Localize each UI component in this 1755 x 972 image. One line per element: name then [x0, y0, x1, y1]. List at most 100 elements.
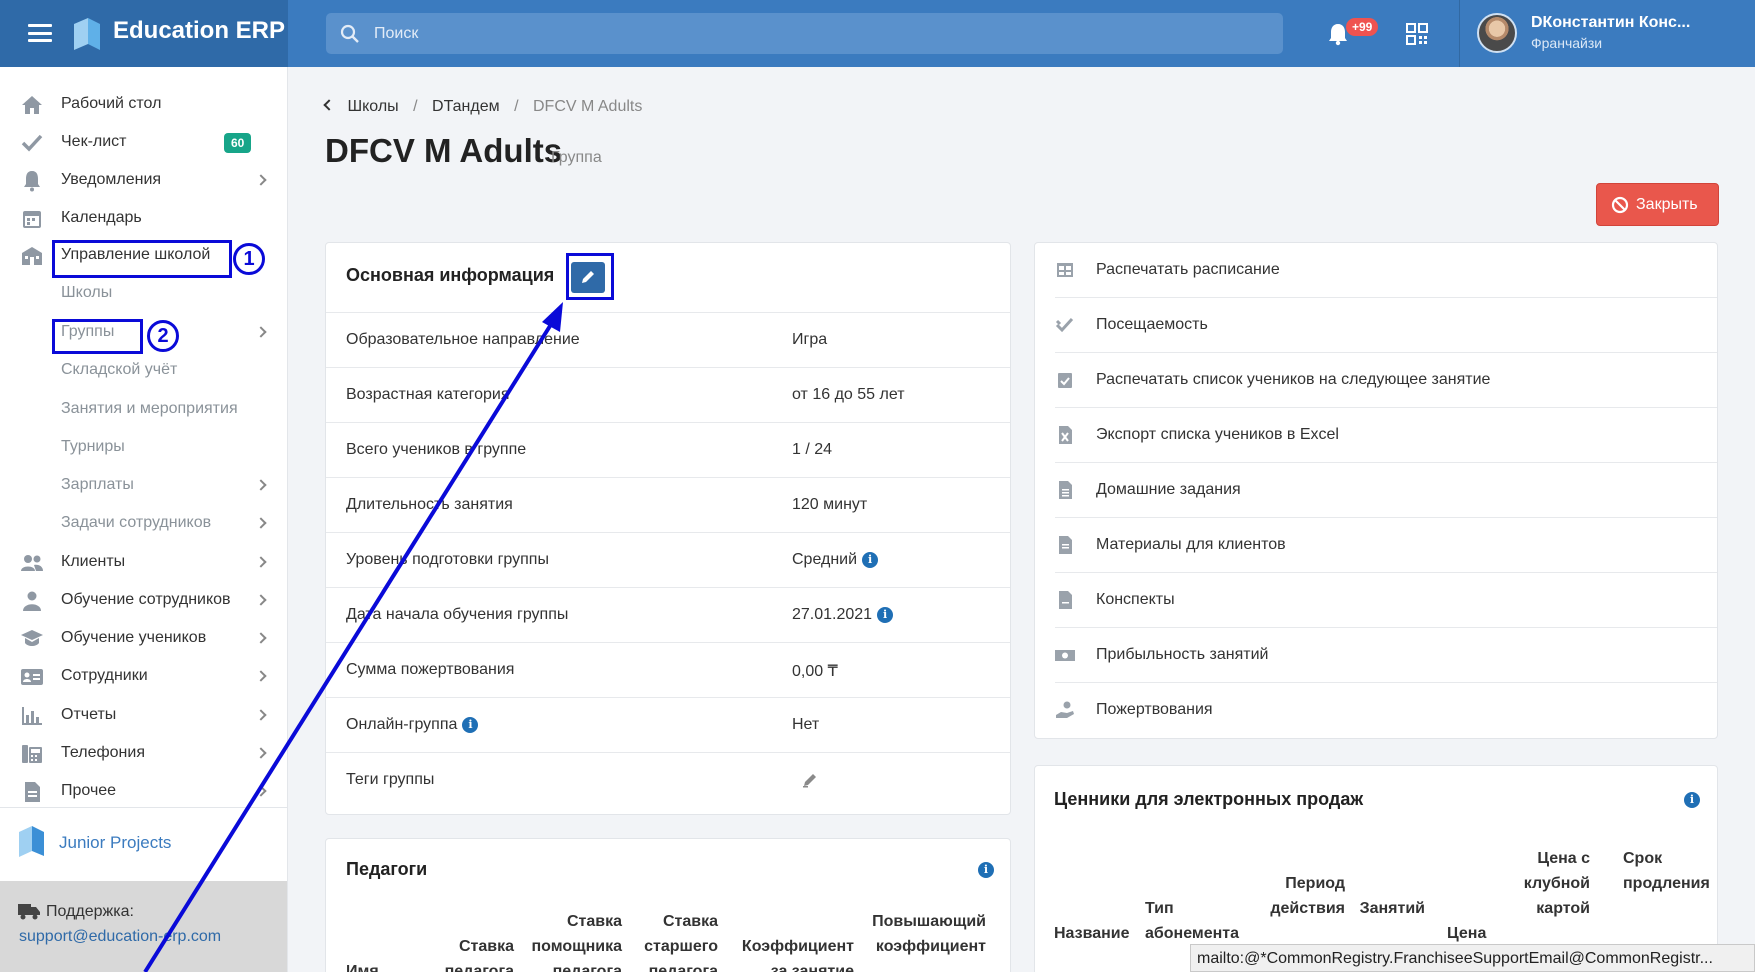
sidebar-item-label: Рабочий стол [61, 95, 162, 112]
junior-projects-logo-icon [19, 826, 44, 857]
sidebar: Рабочий стол Чек-лист 60 Уведомления Кал… [0, 67, 288, 972]
sidebar-item-groups[interactable]: Группы [0, 316, 288, 350]
support-label: Поддержка: [46, 903, 134, 920]
junior-projects-link[interactable]: Junior Projects [59, 833, 171, 853]
action-homework[interactable]: Домашние задания [1035, 463, 1717, 518]
chevron-right-icon [255, 709, 267, 721]
sidebar-item-student-training[interactable]: Обучение учеников [0, 622, 288, 656]
checklist-badge: 60 [224, 133, 252, 153]
action-donations[interactable]: Пожертвования [1035, 683, 1717, 738]
teachers-card: Педагоги i Имя Ставка педагога Ставка по… [325, 838, 1011, 972]
sidebar-item-reports[interactable]: Отчеты [0, 699, 288, 733]
brand-name[interactable]: Education ERP [113, 17, 285, 45]
sidebar-item-salaries[interactable]: Зарплаты [0, 469, 288, 503]
school-icon [22, 247, 42, 265]
document-icon [1059, 536, 1072, 554]
info-row: Теги группы [326, 752, 1010, 807]
info-label: Всего учеников в группе [346, 441, 527, 458]
double-check-icon [1055, 317, 1074, 333]
breadcrumb-separator: / [514, 98, 519, 115]
teachers-header-coefficient: Коэффициент за занятие [741, 938, 854, 972]
action-export-excel[interactable]: Экспорт списка учеников в Excel [1035, 408, 1717, 463]
qr-code-icon[interactable] [1406, 23, 1428, 45]
breadcrumb-item[interactable]: DТандем [432, 98, 500, 115]
topbar-divider [1459, 0, 1460, 67]
sidebar-item-lessons-events[interactable]: Занятия и мероприятия [0, 393, 288, 427]
action-attendance[interactable]: Посещаемость [1035, 298, 1717, 353]
chevron-right-icon [255, 594, 267, 606]
sidebar-item-employees[interactable]: Сотрудники [0, 660, 288, 694]
breadcrumb-item[interactable]: Школы [347, 98, 398, 115]
info-label: Возрастная категория [346, 386, 510, 403]
sidebar-item-label: Уведомления [61, 171, 162, 188]
user-avatar[interactable] [1477, 13, 1517, 53]
action-label: Распечатать расписание [1096, 261, 1280, 278]
info-icon[interactable]: i [862, 551, 879, 568]
back-chevron-icon[interactable] [323, 99, 335, 111]
phone-icon [22, 745, 42, 763]
sidebar-item-label: Складской учёт [61, 361, 178, 378]
sidebar-item-other[interactable]: Прочее [0, 775, 288, 809]
info-value: Средний [792, 551, 858, 568]
info-icon[interactable]: i [978, 862, 994, 878]
action-print-schedule[interactable]: Распечатать расписание [1035, 243, 1717, 298]
basic-info-title: Основная информация [346, 265, 555, 285]
top-bar: Education ERP Поиск +99 DКонстантин Конс… [0, 0, 1755, 67]
document-icon [1059, 481, 1072, 499]
sidebar-item-telephony[interactable]: Телефония [0, 737, 288, 771]
table-icon [1057, 263, 1073, 277]
info-label: Длительность занятия [346, 496, 513, 513]
info-icon[interactable]: i [462, 716, 479, 733]
money-icon [1055, 650, 1075, 661]
prices-header-type: Тип абонемента [1145, 900, 1240, 942]
search-input[interactable]: Поиск [326, 13, 1283, 54]
sidebar-item-desktop[interactable]: Рабочий стол [0, 88, 288, 122]
info-row: Дата начала обучения группы 27.01.2021 i [326, 587, 1010, 642]
hamburger-menu-icon[interactable] [28, 24, 52, 42]
user-name[interactable]: DКонстантин Конс... [1531, 14, 1690, 32]
sidebar-item-checklist[interactable]: Чек-лист 60 [0, 126, 288, 160]
sidebar-item-schools[interactable]: Школы [0, 277, 288, 311]
chevron-right-icon [255, 479, 267, 491]
excel-icon [1059, 426, 1072, 444]
info-icon[interactable]: i [877, 606, 894, 623]
page-subtitle: Группа [551, 149, 602, 166]
action-lesson-profitability[interactable]: Прибыльность занятий [1035, 628, 1717, 683]
teachers-header-name: Имя [346, 963, 379, 972]
support-email-link[interactable]: support@education-erp.com [19, 928, 221, 946]
info-label: Онлайн-группа [346, 716, 458, 733]
pencil-icon[interactable] [801, 771, 819, 789]
sidebar-item-label: Календарь [61, 209, 142, 226]
notifications-badge[interactable]: +99 [1346, 18, 1379, 36]
sidebar-item-warehouse[interactable]: Складской учёт [0, 354, 288, 388]
info-value: 1 / 24 [792, 441, 833, 458]
close-button[interactable]: Закрыть [1596, 183, 1719, 226]
prices-header-extension: Срок продления [1623, 850, 1710, 892]
sidebar-item-tournaments[interactable]: Турниры [0, 431, 288, 465]
sidebar-item-label: Сотрудники [61, 667, 148, 684]
sidebar-item-label: Клиенты [61, 553, 126, 570]
sidebar-item-notifications[interactable]: Уведомления [0, 164, 288, 198]
sidebar-item-label: Чек-лист [61, 133, 127, 150]
sidebar-item-calendar[interactable]: Календарь [0, 202, 288, 236]
check-icon [21, 134, 43, 152]
info-label: Теги группы [346, 771, 435, 788]
action-label: Пожертвования [1096, 701, 1213, 718]
graduation-cap-icon [21, 630, 43, 646]
file-icon [25, 782, 40, 802]
sidebar-item-label: Обучение учеников [61, 629, 207, 646]
page-title: DFCV M Adults [325, 132, 563, 169]
action-notes[interactable]: Конспекты [1035, 573, 1717, 628]
sidebar-item-employee-tasks[interactable]: Задачи сотрудников [0, 507, 288, 541]
action-print-student-list[interactable]: Распечатать список учеников на следующее… [1035, 353, 1717, 408]
action-client-materials[interactable]: Материалы для клиентов [1035, 518, 1717, 573]
document-icon [1059, 591, 1072, 609]
sidebar-item-employee-training[interactable]: Обучение сотрудников [0, 584, 288, 618]
info-icon[interactable]: i [1684, 792, 1700, 808]
action-label: Экспорт списка учеников в Excel [1096, 426, 1339, 443]
annotation-box-groups [52, 319, 143, 354]
chevron-right-icon [255, 632, 267, 644]
sidebar-item-clients[interactable]: Клиенты [0, 546, 288, 580]
info-row: Всего учеников в группе 1 / 24 [326, 422, 1010, 477]
users-icon [21, 555, 43, 571]
